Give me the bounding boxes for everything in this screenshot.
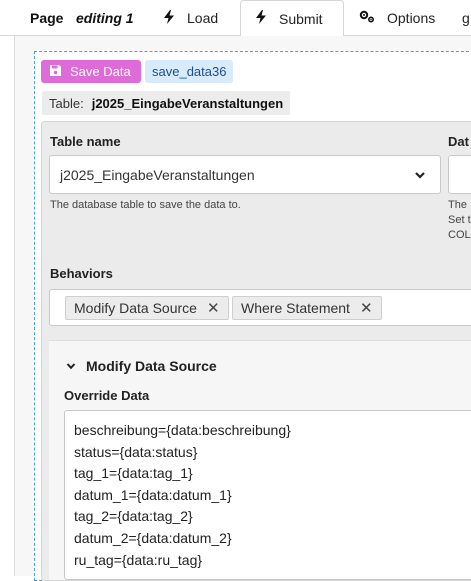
override-line: tag_1={data:tag_1} — [74, 465, 193, 482]
tab-options-label: Options — [387, 10, 436, 26]
save-icon — [49, 64, 62, 80]
editing-label: editing 1 — [76, 10, 134, 26]
chevron-down-icon — [414, 168, 426, 184]
override-line: beschreibung={data:beschreibung} — [74, 422, 291, 438]
tab-overflow-label[interactable]: g — [462, 10, 470, 26]
bolt-icon — [163, 9, 175, 27]
modify-data-source-title: Modify Data Source — [86, 358, 217, 374]
behavior-chip-where-statement: Where Statement ✕ — [232, 296, 382, 320]
help-line: Set t — [448, 214, 471, 226]
table-name-label: Table name — [50, 134, 121, 149]
chevron-down-icon — [66, 358, 76, 374]
table-name-help: The database table to save the data to. — [50, 199, 241, 211]
help-line: The — [448, 199, 467, 211]
table-summary-label: Table: — [49, 95, 84, 111]
table-name-select[interactable]: j2025_EingabeVeranstaltungen — [49, 155, 441, 194]
table-summary: Table: j2025_EingabeVeranstaltungen — [42, 91, 291, 115]
override-data-label: Override Data — [64, 388, 150, 403]
override-line: datum_1={data:datum_1} — [74, 486, 232, 503]
tab-options[interactable]: Options — [359, 0, 435, 36]
data-column-label: Dat — [448, 134, 469, 149]
chip-label: Where Statement — [241, 300, 350, 316]
gears-icon — [359, 10, 375, 26]
override-line: datum_2={data:datum_2} — [74, 529, 232, 546]
override-line: ru_tag={data:ru_tag} — [74, 551, 203, 568]
chip-label: Modify Data Source — [74, 300, 197, 316]
tab-load-label: Load — [187, 10, 219, 26]
tab-submit[interactable]: Submit — [240, 0, 344, 37]
override-line: status={data:status} — [74, 443, 198, 460]
remove-chip-icon[interactable]: ✕ — [360, 299, 373, 317]
data-column-select[interactable] — [448, 155, 471, 194]
table-summary-value: j2025_EingabeVeranstaltungen — [91, 95, 284, 111]
behavior-chip-modify-data-source: Modify Data Source ✕ — [65, 296, 229, 320]
save-data-button[interactable]: Save Data — [41, 60, 141, 83]
remove-chip-icon[interactable]: ✕ — [207, 299, 220, 317]
save-data-label: Save Data — [70, 64, 131, 79]
modify-data-source-toggle[interactable]: Modify Data Source — [66, 358, 217, 374]
tab-submit-label: Submit — [279, 10, 323, 27]
bolt-icon — [255, 10, 267, 27]
action-id-badge: save_data36 — [145, 60, 234, 83]
tab-load[interactable]: Load — [163, 0, 218, 36]
table-name-value: j2025_EingabeVeranstaltungen — [60, 166, 255, 183]
help-line: COL — [448, 229, 471, 241]
page-label: Page — [30, 10, 64, 26]
override-line: tag_2={data:tag_2} — [74, 508, 193, 525]
override-data-textarea[interactable]: beschreibung={data:beschreibung} status=… — [64, 410, 471, 580]
behaviors-label: Behaviors — [50, 266, 113, 281]
data-column-help: The Set t COL — [448, 198, 471, 243]
